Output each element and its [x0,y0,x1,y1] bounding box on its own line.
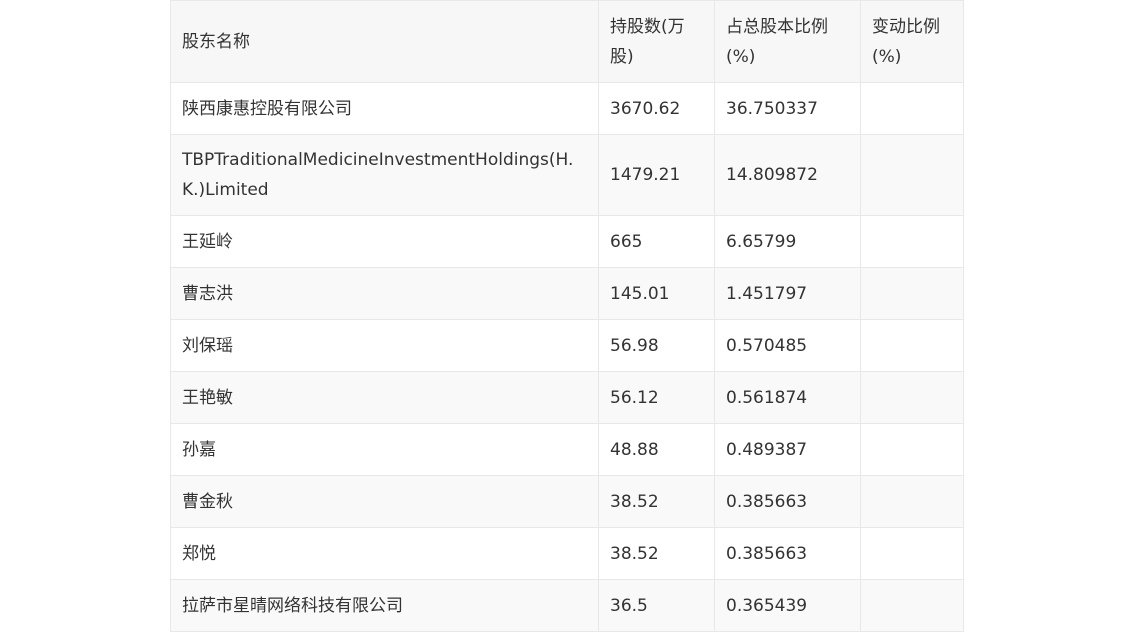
cell-shares: 48.88 [598,423,715,476]
cell-change [860,371,964,424]
cell-shares: 145.01 [598,267,715,320]
table-row: TBPTraditionalMedicineInvestmentHoldings… [170,134,964,216]
header-change-ratio: 变动比例(%) [860,0,964,83]
cell-ratio: 0.570485 [714,319,861,372]
table-row: 郑悦 38.52 0.385663 [170,527,964,580]
cell-change [860,579,964,632]
cell-name: 拉萨市星晴网络科技有限公司 [170,579,599,632]
header-share-ratio: 占总股本比例(%) [714,0,861,83]
cell-change [860,319,964,372]
cell-ratio: 36.750337 [714,82,861,135]
cell-change [860,267,964,320]
header-shares: 持股数(万股) [598,0,715,83]
table-row: 陕西康惠控股有限公司 3670.62 36.750337 [170,82,964,135]
cell-ratio: 14.809872 [714,134,861,216]
cell-name: 曹志洪 [170,267,599,320]
table-row: 王艳敏 56.12 0.561874 [170,371,964,424]
cell-name: 陕西康惠控股有限公司 [170,82,599,135]
cell-shares: 56.98 [598,319,715,372]
cell-shares: 3670.62 [598,82,715,135]
cell-shares: 1479.21 [598,134,715,216]
cell-change [860,82,964,135]
cell-ratio: 6.65799 [714,215,861,268]
cell-shares: 38.52 [598,475,715,528]
table-row: 刘保瑶 56.98 0.570485 [170,319,964,372]
shareholder-table-container: 股东名称 持股数(万股) 占总股本比例(%) 变动比例(%) 陕西康惠控股有限公… [170,0,964,632]
header-shareholder-name: 股东名称 [170,0,599,83]
cell-name: 曹金秋 [170,475,599,528]
table-row: 曹志洪 145.01 1.451797 [170,267,964,320]
cell-name: 王艳敏 [170,371,599,424]
cell-shares: 38.52 [598,527,715,580]
cell-name: 王延岭 [170,215,599,268]
cell-shares: 56.12 [598,371,715,424]
cell-change [860,134,964,216]
cell-ratio: 0.365439 [714,579,861,632]
cell-name: 孙嘉 [170,423,599,476]
cell-ratio: 0.385663 [714,527,861,580]
cell-ratio: 1.451797 [714,267,861,320]
table-row: 孙嘉 48.88 0.489387 [170,423,964,476]
cell-change [860,215,964,268]
cell-name: 刘保瑶 [170,319,599,372]
table-row: 曹金秋 38.52 0.385663 [170,475,964,528]
cell-name: TBPTraditionalMedicineInvestmentHoldings… [170,134,599,216]
cell-change [860,527,964,580]
table-row: 拉萨市星晴网络科技有限公司 36.5 0.365439 [170,579,964,632]
cell-ratio: 0.385663 [714,475,861,528]
table-row: 王延岭 665 6.65799 [170,215,964,268]
cell-change [860,475,964,528]
cell-name: 郑悦 [170,527,599,580]
cell-shares: 36.5 [598,579,715,632]
table-header-row: 股东名称 持股数(万股) 占总股本比例(%) 变动比例(%) [170,0,964,83]
cell-change [860,423,964,476]
cell-ratio: 0.561874 [714,371,861,424]
cell-ratio: 0.489387 [714,423,861,476]
shareholder-table: 股东名称 持股数(万股) 占总股本比例(%) 变动比例(%) 陕西康惠控股有限公… [170,0,964,632]
cell-shares: 665 [598,215,715,268]
